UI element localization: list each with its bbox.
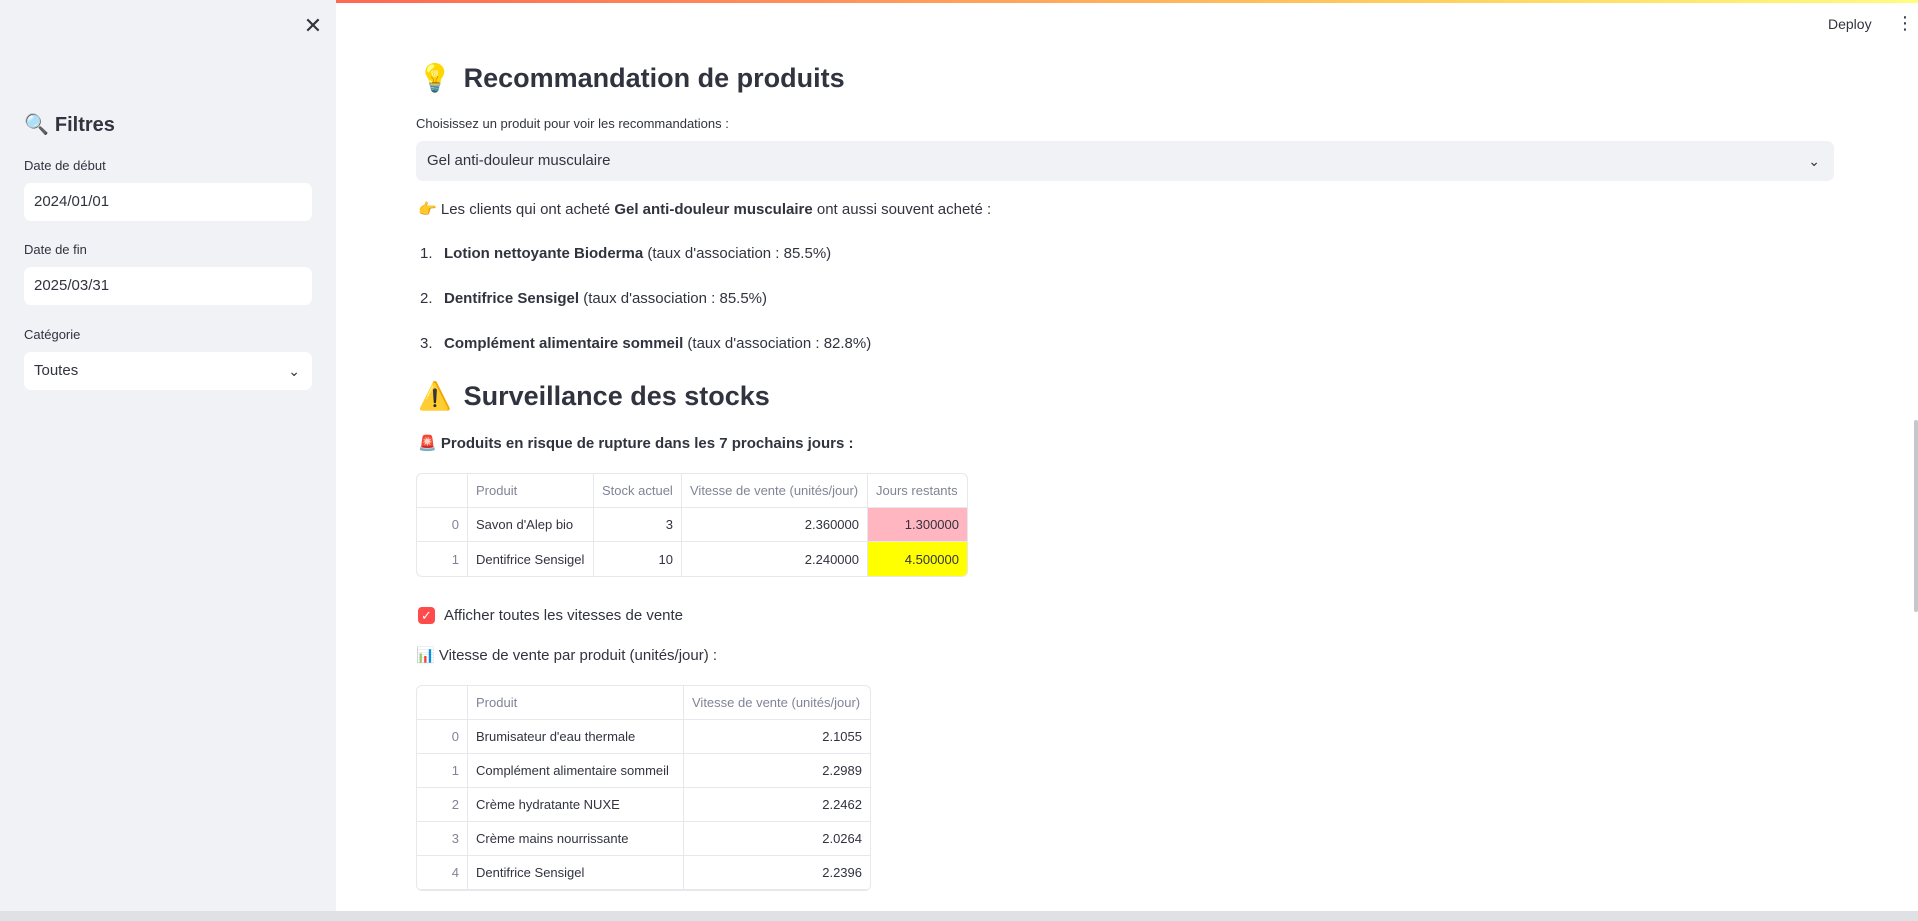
table-row: 1 Dentifrice Sensigel 10 2.240000 4.5000…: [417, 542, 967, 576]
association-rate: (taux d'association : 85.5%): [647, 245, 832, 262]
row-index: 1: [417, 542, 468, 576]
show-all-speeds-checkbox[interactable]: ✓: [418, 607, 435, 624]
speed-cell: 2.2989: [684, 754, 870, 788]
end-date-label: Date de fin: [24, 242, 87, 257]
checkmark-icon: ✓: [421, 608, 432, 623]
speed-cell: 2.0264: [684, 822, 870, 856]
product-selected-value: Gel anti-douleur musculaire: [427, 152, 611, 169]
product-cell: Crème mains nourrissante: [468, 822, 684, 856]
stock-cell: 10: [594, 542, 682, 576]
table-row: 0 Savon d'Alep bio 3 2.360000 1.300000: [417, 508, 967, 542]
lightbulb-icon: 💡: [418, 63, 452, 93]
days-header[interactable]: Jours restants: [868, 474, 967, 508]
pointing-hand-icon: 👉: [418, 201, 437, 218]
speed-header[interactable]: Vitesse de vente (unités/jour): [684, 686, 870, 720]
product-select[interactable]: Gel anti-douleur musculaire ⌄: [416, 141, 1834, 181]
row-index: 3: [417, 822, 468, 856]
days-cell: 4.500000: [868, 542, 967, 576]
index-header: [417, 474, 468, 508]
recommended-product-name: Dentifrice Sensigel: [444, 290, 580, 307]
bar-chart-icon: 📊: [416, 647, 435, 664]
table-row: 1 Complément alimentaire sommeil 2.2989: [417, 754, 870, 788]
stock-alert-text: Produits en risque de rupture dans les 7…: [440, 435, 854, 452]
association-rate: (taux d'association : 82.8%): [687, 335, 872, 352]
product-header[interactable]: Produit: [468, 686, 684, 720]
warning-icon: ⚠️: [418, 381, 452, 411]
sidebar-title-text: Filtres: [54, 114, 115, 136]
stock-title: Surveillance des stocks: [463, 381, 770, 411]
recommendation-item: 3. Complément alimentaire sommeil (taux d…: [420, 335, 871, 352]
list-item-number: 1.: [420, 245, 433, 262]
row-index: 2: [417, 788, 468, 822]
category-selected-value: Toutes: [34, 362, 79, 379]
start-date-label: Date de début: [24, 158, 106, 173]
sales-speed-table[interactable]: Produit Vitesse de vente (unités/jour) 0…: [416, 685, 871, 891]
product-cell: Crème hydratante NUXE: [468, 788, 684, 822]
stock-risk-table[interactable]: Produit Stock actuel Vitesse de vente (u…: [416, 473, 968, 577]
show-all-speeds-label[interactable]: Afficher toutes les vitesses de vente: [444, 607, 683, 624]
association-rate: (taux d'association : 85.5%): [583, 290, 768, 307]
main-menu-button[interactable]: ⋮: [1896, 14, 1914, 32]
chevron-down-icon: ⌄: [1808, 153, 1820, 169]
recommended-product-name: Complément alimentaire sommeil: [444, 335, 684, 352]
more-vertical-icon: ⋮: [1896, 13, 1914, 33]
speed-cell: 2.240000: [682, 542, 868, 576]
table-row: 4 Dentifrice Sensigel 2.2396: [417, 856, 870, 890]
close-sidebar-button[interactable]: ✕: [301, 14, 325, 38]
start-date-input[interactable]: 2024/01/01: [24, 183, 312, 221]
recommendation-item: 1. Lotion nettoyante Bioderma (taux d'ass…: [420, 245, 831, 262]
product-select-label: Choisissez un produit pour voir les reco…: [416, 116, 729, 131]
recommendation-heading: 💡 Recommandation de produits: [418, 62, 845, 94]
recommended-product-name: Lotion nettoyante Bioderma: [444, 245, 644, 262]
table-row: 2 Crème hydratante NUXE 2.2462: [417, 788, 870, 822]
scrollbar-thumb[interactable]: [1914, 420, 1918, 612]
recommendation-intro: 👉 Les clients qui ont acheté Gel anti-do…: [418, 200, 991, 218]
product-cell: Savon d'Alep bio: [468, 508, 594, 542]
product-cell: Brumisateur d'eau thermale: [468, 720, 684, 754]
category-label: Catégorie: [24, 327, 81, 342]
speed-section-title: 📊 Vitesse de vente par produit (unités/j…: [416, 646, 717, 664]
speed-cell: 2.2462: [684, 788, 870, 822]
stock-cell: 3: [594, 508, 682, 542]
index-header: [417, 686, 468, 720]
recommendation-title: Recommandation de produits: [463, 63, 845, 93]
product-cell: Dentifrice Sensigel: [468, 542, 594, 576]
deploy-button[interactable]: Deploy: [1828, 16, 1872, 32]
close-icon: ✕: [303, 13, 323, 38]
category-select[interactable]: Toutes ⌄: [24, 352, 312, 390]
magnifier-icon: 🔍: [24, 114, 49, 136]
list-item-number: 2.: [420, 290, 433, 307]
stock-heading: ⚠️ Surveillance des stocks: [418, 380, 770, 412]
speed-section-text: Vitesse de vente par produit (unités/jou…: [438, 647, 718, 664]
table-header-row: Produit Stock actuel Vitesse de vente (u…: [417, 474, 967, 508]
stock-header[interactable]: Stock actuel: [594, 474, 682, 508]
days-cell: 1.300000: [868, 508, 967, 542]
table-header-row: Produit Vitesse de vente (unités/jour): [417, 686, 870, 720]
intro-suffix: ont aussi souvent acheté :: [816, 201, 992, 218]
taskbar-edge: [0, 911, 1918, 921]
list-item-number: 3.: [420, 335, 433, 352]
recommendation-item: 2. Dentifrice Sensigel (taux d'associatio…: [420, 290, 767, 307]
chevron-down-icon: ⌄: [288, 363, 300, 379]
intro-product: Gel anti-douleur musculaire: [614, 201, 813, 218]
row-index: 0: [417, 508, 468, 542]
row-index: 1: [417, 754, 468, 788]
end-date-input[interactable]: 2025/03/31: [24, 267, 312, 305]
siren-icon: 🚨: [418, 435, 437, 452]
row-index: 4: [417, 856, 468, 890]
table-row: 0 Brumisateur d'eau thermale 2.1055: [417, 720, 870, 754]
stock-alert: 🚨 Produits en risque de rupture dans les…: [418, 434, 853, 452]
speed-cell: 2.1055: [684, 720, 870, 754]
row-index: 0: [417, 720, 468, 754]
speed-cell: 2.360000: [682, 508, 868, 542]
table-row: 3 Crème mains nourrissante 2.0264: [417, 822, 870, 856]
product-cell: Dentifrice Sensigel: [468, 856, 684, 890]
product-cell: Complément alimentaire sommeil: [468, 754, 684, 788]
intro-prefix: Les clients qui ont acheté: [440, 201, 611, 218]
product-header[interactable]: Produit: [468, 474, 594, 508]
speed-header[interactable]: Vitesse de vente (unités/jour): [682, 474, 868, 508]
sidebar-title: 🔍 Filtres: [24, 112, 115, 137]
speed-cell: 2.2396: [684, 856, 870, 890]
sidebar: ✕ 🔍 Filtres Date de début 2024/01/01 Date…: [0, 0, 336, 921]
